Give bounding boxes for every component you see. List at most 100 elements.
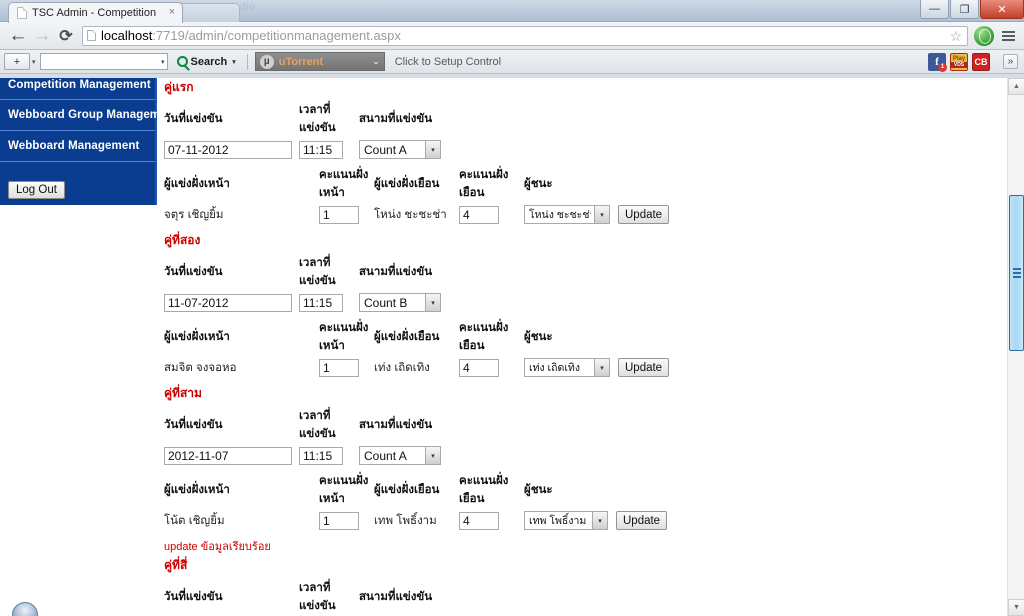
- label-time: เวลาที่แข่งขัน: [299, 410, 336, 440]
- toolbar-search-button[interactable]: Search ▾: [176, 55, 240, 68]
- player-away-value: โหน่ง ชะชะช่า: [374, 208, 447, 221]
- match-title: คู่ที่สอง: [164, 233, 201, 247]
- time-input[interactable]: [299, 446, 343, 465]
- reload-icon[interactable]: ⟳: [54, 24, 78, 48]
- search-dropdown-chevron-icon[interactable]: ▾: [161, 58, 165, 66]
- label-score-home: คะแนนฝั่งเหน้า: [319, 169, 369, 199]
- toolbar-chevron-down-icon[interactable]: ▾: [32, 58, 36, 66]
- score-home-input[interactable]: [319, 205, 359, 224]
- add-toolbar-button[interactable]: +: [4, 53, 30, 70]
- restore-button[interactable]: ❐: [950, 0, 979, 19]
- match-field-labels-row1: วันที่แข่งขัน เวลาที่แข่งขัน สนามที่แข่ง…: [164, 579, 990, 615]
- label-venue: สนามที่แข่งขัน: [359, 266, 433, 278]
- toolbar-divider: [246, 53, 248, 70]
- scroll-up-button[interactable]: ▲: [1008, 78, 1024, 95]
- match-field-labels-row1: วันที่แข่งขัน เวลาที่แข่งขัน สนามที่แข่ง…: [164, 254, 990, 290]
- browser-window: Final Studio TSC Admin - Competition × —…: [0, 0, 1024, 616]
- chevron-down-icon[interactable]: ▾: [592, 512, 607, 529]
- date-input[interactable]: [164, 140, 292, 159]
- venue-cell: Count A ▾: [359, 446, 464, 465]
- match-fields-row2: โน้ต เชิญยิ้ม เทพ โพธิ์งาม เทพ โพธิ์งาม …: [164, 511, 990, 530]
- coupon-bar-icon[interactable]: CB: [972, 52, 990, 71]
- taskbar-orb-icon[interactable]: [12, 602, 38, 616]
- time-cell: [299, 446, 359, 465]
- logout-button[interactable]: Log Out: [8, 181, 65, 199]
- match-fields-row2: สมจิต จงจอหอ เท่ง เถิดเทิง เท่ง เถิดเทิง…: [164, 358, 990, 377]
- chevron-down-icon[interactable]: ▾: [425, 141, 440, 158]
- winner-select[interactable]: เท่ง เถิดเทิง ▾: [524, 358, 610, 377]
- match-fields-row1: Count A ▾: [164, 140, 990, 159]
- utorrent-toolbar-button[interactable]: µ uTorrent ⌄: [254, 52, 385, 71]
- match-title: คู่แรก: [164, 80, 194, 94]
- winner-select[interactable]: เทพ โพธิ์งาม ▾: [524, 511, 608, 530]
- utorrent-chevron-down-icon[interactable]: ⌄: [372, 56, 380, 67]
- chevron-down-icon[interactable]: ▾: [425, 294, 440, 311]
- winner-selected-value: เท่ง เถิดเทิง: [529, 362, 580, 374]
- sidebar-item-webboard-group-management[interactable]: Webboard Group Management: [0, 100, 178, 131]
- close-window-button[interactable]: ✕: [980, 0, 1024, 19]
- label-score-away: คะแนนฝั่งเยือน: [459, 322, 509, 352]
- facebook-icon[interactable]: f 1: [928, 52, 947, 72]
- search-icon: [176, 56, 188, 67]
- update-button[interactable]: Update: [618, 205, 670, 224]
- match-field-labels-row1: วันที่แข่งขัน เวลาที่แข่งขัน สนามที่แข่ง…: [164, 101, 990, 137]
- address-bar-url: localhost:7719/admin/competitionmanageme…: [101, 28, 401, 43]
- date-input[interactable]: [164, 293, 292, 312]
- update-button[interactable]: Update: [616, 511, 668, 530]
- page-scrollbar-vertical[interactable]: ▲ ▼: [1007, 78, 1024, 616]
- sidebar-item-competition-management[interactable]: Competition Management: [0, 78, 155, 100]
- winner-select[interactable]: โหน่ง ชะชะช่า ▾: [524, 205, 610, 224]
- chevron-down-icon[interactable]: ▾: [594, 359, 609, 376]
- play-vds-icon[interactable]: Play VDS: [950, 52, 968, 71]
- match-field-labels-row1: วันที่แข่งขัน เวลาที่แข่งขัน สนามที่แข่ง…: [164, 407, 990, 443]
- close-tab-icon[interactable]: ×: [169, 7, 175, 18]
- score-away-input[interactable]: [459, 205, 499, 224]
- venue-selected-value: Count A: [364, 448, 407, 463]
- score-home-input[interactable]: [319, 358, 359, 377]
- score-away-input[interactable]: [459, 358, 499, 377]
- date-cell: [164, 446, 299, 465]
- bookmark-star-icon[interactable]: ☆: [949, 28, 962, 44]
- toolbar-search-label: Search: [190, 55, 228, 68]
- label-score-away: คะแนนฝั่งเยือน: [459, 475, 509, 505]
- extension-toolbar: + ▾ ▾ Search ▾ µ uTorrent ⌄ Click to Set…: [0, 50, 1024, 74]
- time-input[interactable]: [299, 293, 343, 312]
- venue-select[interactable]: Count A ▾: [359, 446, 441, 465]
- chevron-down-icon[interactable]: ▾: [594, 206, 609, 223]
- browser-tab-active[interactable]: TSC Admin - Competition ×: [8, 2, 184, 23]
- forward-arrow-icon[interactable]: →: [30, 24, 54, 48]
- venue-cell: Count B ▾: [359, 293, 464, 312]
- search-chevron-down-icon[interactable]: ▾: [232, 58, 236, 66]
- chevron-down-icon[interactable]: ▾: [425, 447, 440, 464]
- globe-extension-icon[interactable]: [974, 25, 994, 46]
- label-score-home: คะแนนฝั่งเหน้า: [319, 475, 369, 505]
- inactive-tab-placeholder[interactable]: [176, 3, 240, 22]
- match-field-labels-row2: ผู้แข่งฝั่งเหน้า คะแนนฝั่งเหน้า ผู้แข่งฝ…: [164, 166, 990, 202]
- time-input[interactable]: [299, 140, 343, 159]
- scroll-down-button[interactable]: ▼: [1008, 599, 1024, 616]
- page-viewport: Competition Management Webboard Group Ma…: [0, 78, 1024, 616]
- toolbar-search-input[interactable]: ▾: [39, 53, 168, 70]
- setup-control-label[interactable]: Click to Setup Control: [395, 56, 501, 68]
- venue-select[interactable]: Count A ▾: [359, 140, 441, 159]
- toolbar-overflow-button[interactable]: »: [1003, 54, 1018, 69]
- minimize-button[interactable]: —: [920, 0, 949, 19]
- date-input[interactable]: [164, 446, 292, 465]
- sidebar-item-webboard-management[interactable]: Webboard Management: [0, 131, 155, 162]
- winner-selected-value: เทพ โพธิ์งาม: [529, 515, 587, 527]
- score-home-cell: [319, 205, 374, 224]
- match-fields-row1: Count A ▾: [164, 446, 990, 465]
- back-arrow-icon[interactable]: ←: [6, 24, 30, 48]
- update-button[interactable]: Update: [618, 358, 670, 377]
- score-away-cell: [459, 205, 524, 224]
- venue-select[interactable]: Count B ▾: [359, 293, 441, 312]
- hamburger-menu-icon[interactable]: [998, 26, 1018, 46]
- score-away-input[interactable]: [459, 511, 499, 530]
- sidebar-item-label: Webboard Group Management: [8, 109, 178, 121]
- navigation-bar: ← → ⟳ localhost:7719/admin/competitionma…: [0, 22, 1024, 50]
- scrollbar-thumb[interactable]: [1009, 195, 1024, 351]
- address-bar[interactable]: localhost:7719/admin/competitionmanageme…: [82, 25, 968, 46]
- score-home-input[interactable]: [319, 511, 359, 530]
- match-fields-row2: จตุร เชิญยิ้ม โหน่ง ชะชะช่า โหน่ง ชะชะช่…: [164, 205, 990, 224]
- match-block: คู่แรก วันที่แข่งขัน เวลาที่แข่งขัน สนาม…: [160, 78, 990, 224]
